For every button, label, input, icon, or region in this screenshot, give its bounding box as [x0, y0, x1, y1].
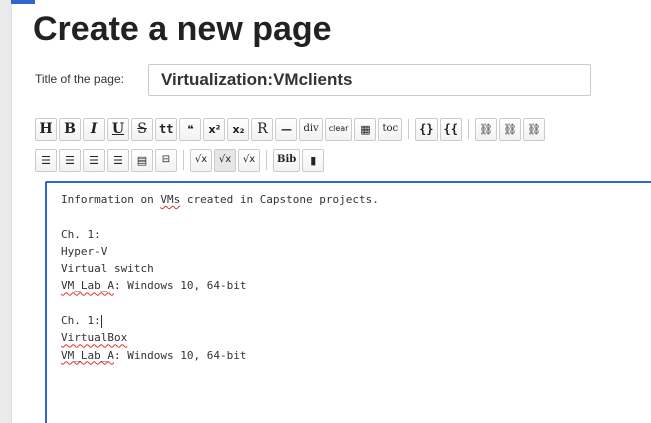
link-icon: ⛓	[479, 122, 493, 136]
wikitext-editor[interactable]: Information on VMs created in Capstone p…	[45, 181, 651, 423]
line-text: VirtualBox	[61, 331, 127, 344]
outdent-button[interactable]: ☰	[107, 148, 129, 172]
heading-button[interactable]: H	[35, 117, 57, 141]
bold-button[interactable]: B	[59, 117, 81, 141]
bookmark-button[interactable]: ▮	[302, 148, 325, 172]
text-caret	[100, 314, 102, 328]
line-text: Hyper-V	[61, 244, 108, 258]
editor-line: Hyper-V	[61, 243, 637, 260]
reference-button[interactable]: ⊟	[155, 148, 177, 172]
line-text: VM_Lab_A: Windows 10, 64-bit	[61, 348, 247, 362]
editor-line: VirtualBox	[61, 329, 637, 346]
image-link-icon: ⛓	[527, 122, 541, 136]
formatting-toolbar: H B I U S tt ❝ x² x₂ R — div clear ▦ toc…	[35, 117, 545, 141]
subscript-button[interactable]: x₂	[227, 117, 250, 141]
editor-line: Ch. 1:	[61, 226, 637, 243]
toolbar-separator	[183, 150, 184, 170]
editor-line: VM_Lab_A: Windows 10, 64-bit	[61, 347, 637, 364]
editor-line: VM_Lab_A: Windows 10, 64-bit	[61, 277, 637, 294]
line-text: Information on VMs created in Capstone p…	[61, 193, 379, 206]
title-label: Title of the page:	[35, 72, 124, 86]
line-text: Virtual switch	[61, 262, 154, 276]
list-toolbar: ☰ ☰ ☰ ☰ ▤ ⊟ √x √x √x Bib ▮	[35, 148, 325, 172]
editor-line: Virtual switch	[61, 260, 637, 277]
link-image-button[interactable]: ⛓	[522, 117, 545, 141]
toolbar-separator	[266, 150, 267, 170]
math-inline-button[interactable]: √x	[238, 148, 260, 172]
page-title: Create a new page	[33, 10, 332, 48]
toc-button[interactable]: toc	[378, 117, 403, 141]
outdent-icon: ☰	[113, 153, 123, 167]
spellcheck-flag: VMs	[160, 193, 181, 206]
numbered-list-button[interactable]: ☰	[35, 148, 57, 172]
spellcheck-flag: VM_Lab_A	[61, 279, 114, 293]
quote-button[interactable]: ❝	[179, 117, 202, 141]
reference-icon: ⊟	[161, 154, 171, 165]
strikethrough-button[interactable]: S	[131, 117, 153, 141]
internal-link-button[interactable]: ⛓	[474, 117, 497, 141]
definition-list-icon: ▤	[136, 153, 148, 167]
spellcheck-flag: VirtualBox	[61, 331, 128, 345]
div-button[interactable]: div	[299, 117, 323, 141]
template-button[interactable]: {}	[415, 117, 438, 141]
numbered-list-icon: ☰	[41, 153, 51, 167]
table-button[interactable]: ▦	[354, 117, 377, 141]
left-margin	[0, 0, 11, 423]
definition-list-button[interactable]: ▤	[131, 148, 153, 172]
math-button[interactable]: √x	[190, 148, 212, 172]
editor-line: Information on VMs created in Capstone p…	[61, 191, 637, 208]
bullet-list-button[interactable]: ☰	[59, 148, 81, 172]
teletype-button[interactable]: tt	[155, 117, 178, 141]
horizontal-rule-button[interactable]: —	[275, 117, 298, 141]
bullet-list-icon: ☰	[65, 153, 75, 167]
redirect-button[interactable]: R	[251, 117, 274, 141]
line-text: Ch. 1:	[61, 227, 101, 241]
external-link-icon: ⛓	[503, 122, 517, 136]
indent-button[interactable]: ☰	[83, 148, 105, 172]
underline-button[interactable]: U	[107, 117, 129, 141]
clear-button[interactable]: clear	[324, 117, 353, 141]
accent-bar	[11, 0, 35, 4]
external-link-button[interactable]: ⛓	[498, 117, 521, 141]
spellcheck-flag: VM_Lab_A	[61, 348, 114, 362]
toolbar-separator	[408, 119, 410, 139]
page-title-input[interactable]	[148, 64, 591, 96]
template-param-button[interactable]: {{	[439, 117, 462, 141]
line-text: VM_Lab_A: Windows 10, 64-bit	[61, 279, 247, 293]
italic-button[interactable]: I	[83, 117, 105, 141]
editor-line: Ch. 1:	[61, 312, 637, 329]
toolbar-separator	[467, 119, 469, 139]
superscript-button[interactable]: x²	[203, 117, 226, 141]
line-text: Ch. 1:	[61, 314, 101, 328]
indent-icon: ☰	[89, 153, 99, 167]
bookmark-icon: ▮	[310, 153, 317, 167]
bib-button[interactable]: Bib	[273, 148, 301, 172]
math-block-button[interactable]: √x	[214, 148, 236, 172]
